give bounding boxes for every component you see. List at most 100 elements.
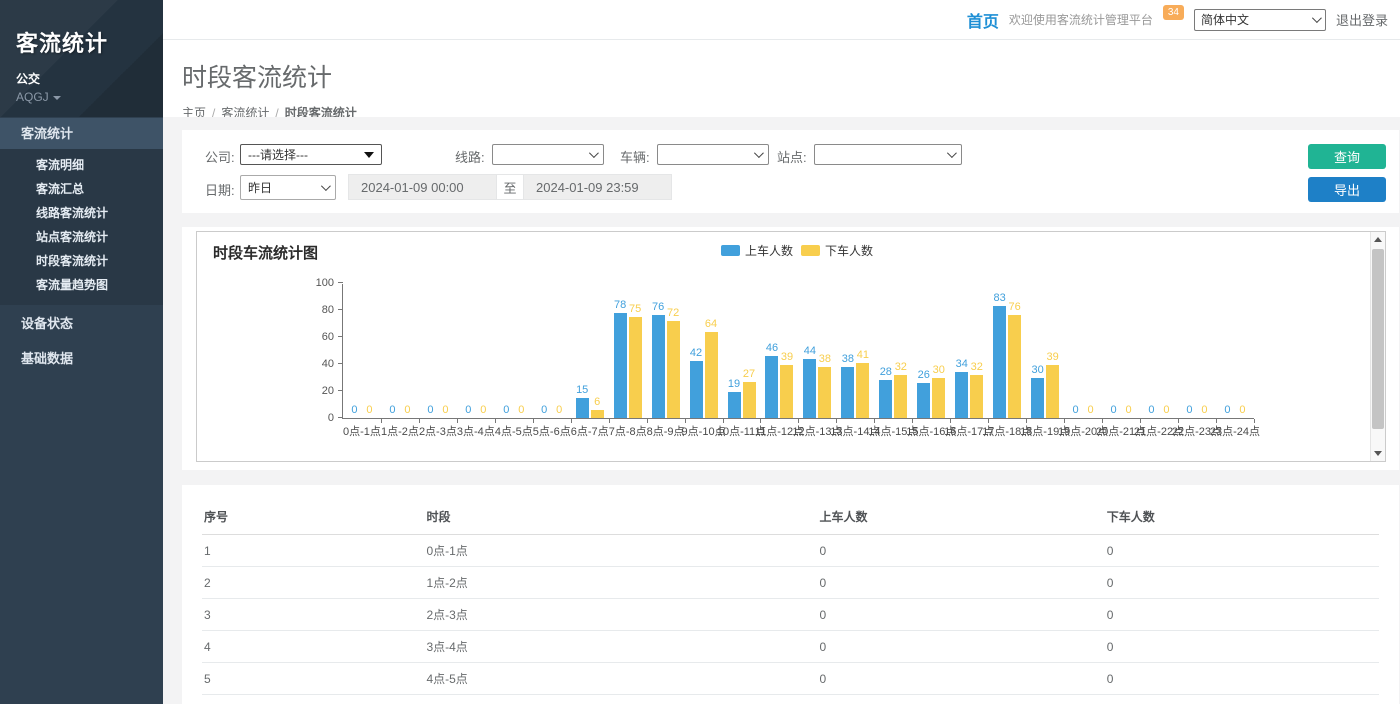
sidebar-subitem-2[interactable]: 线路客流统计 (0, 201, 163, 225)
home-link[interactable]: 首页 (967, 8, 999, 32)
date-preset-select[interactable]: 昨日 (240, 175, 336, 200)
date-label: 日期: (205, 180, 235, 199)
data-table: 序号时段上车人数下车人数 10点-1点0021点-2点0032点-3点0043点… (202, 499, 1379, 704)
bar-下车人数[interactable] (591, 410, 604, 418)
bar-上车人数[interactable] (917, 383, 930, 418)
bar-value-label: 72 (667, 307, 679, 320)
chart-category-16: 343216点-17点 (950, 284, 988, 418)
station-select[interactable] (814, 144, 962, 165)
bar-value-label: 0 (427, 404, 433, 417)
bar-下车人数[interactable] (743, 382, 756, 418)
notification-badge: 34 (1163, 5, 1184, 20)
bar-group: 30 (1031, 284, 1044, 418)
bar-下车人数[interactable] (1008, 315, 1021, 418)
bar-value-label: 32 (895, 361, 907, 374)
scroll-down-arrow-icon[interactable] (1371, 446, 1385, 461)
bar-上车人数[interactable] (1031, 378, 1044, 419)
bar-value-label: 38 (819, 353, 831, 366)
chart-category-8: 76728点-9点 (647, 284, 685, 418)
chart-legend: 上车人数下车人数 (721, 242, 873, 259)
bar-下车人数[interactable] (818, 367, 831, 418)
table-cell: 0 (818, 567, 1105, 599)
bar-下车人数[interactable] (629, 317, 642, 418)
table-row: 32点-3点00 (202, 599, 1379, 631)
bar-chart-plot: 020406080100000点-1点001点-2点002点-3点003点-4点… (342, 284, 1254, 419)
bar-上车人数[interactable] (765, 356, 778, 418)
bar-group: 0 (500, 284, 513, 418)
sidebar-subitem-3[interactable]: 站点客流统计 (0, 225, 163, 249)
bar-group: 46 (765, 284, 778, 418)
table-column-header: 时段 (424, 499, 817, 535)
bar-下车人数[interactable] (667, 321, 680, 418)
sidebar-subitem-5[interactable]: 客流量趋势图 (0, 273, 163, 297)
bar-下车人数[interactable] (970, 375, 983, 418)
content-area: 公司: ---请选择--- 线路: 车辆: 站点: 日期: 昨日 2024-01… (163, 117, 1400, 704)
sidebar-item-0[interactable]: 客流统计 (0, 118, 163, 149)
bar-group: 0 (1221, 284, 1234, 418)
vehicle-select[interactable] (657, 144, 769, 165)
scroll-up-arrow-icon[interactable] (1371, 232, 1385, 247)
export-button[interactable]: 导出 (1308, 177, 1386, 202)
line-select[interactable] (492, 144, 604, 165)
bar-group: 0 (477, 284, 490, 418)
chart-category-5: 005点-6点 (533, 284, 571, 418)
bar-上车人数[interactable] (728, 392, 741, 418)
sidebar-item-1[interactable]: 设备状态 (0, 307, 163, 340)
company-select[interactable]: ---请选择--- (240, 144, 382, 165)
search-button[interactable]: 查询 (1308, 144, 1386, 169)
table-column-header: 序号 (202, 499, 424, 535)
y-axis-tick-label: 60 (322, 331, 334, 343)
station-label: 站点: (777, 147, 807, 166)
bar-上车人数[interactable] (879, 380, 892, 418)
legend-item-0[interactable]: 上车人数 (721, 242, 793, 259)
legend-swatch-icon (721, 245, 740, 256)
chart-category-18: 303918点-19点 (1026, 284, 1064, 418)
bar-value-label: 26 (918, 369, 930, 382)
bar-上车人数[interactable] (841, 367, 854, 418)
logout-link[interactable]: 退出登录 (1336, 10, 1388, 29)
sidebar-subitem-4[interactable]: 时段客流统计 (0, 249, 163, 273)
bar-value-label: 39 (781, 351, 793, 364)
date-to-input[interactable]: 2024-01-09 23:59 (524, 175, 671, 199)
caret-down-icon (53, 96, 61, 100)
bar-上车人数[interactable] (690, 361, 703, 418)
bar-上车人数[interactable] (803, 359, 816, 418)
bar-value-label: 0 (442, 404, 448, 417)
bar-上车人数[interactable] (576, 398, 589, 418)
app-brand: 客流统计 (16, 26, 147, 58)
bar-value-label: 0 (366, 404, 372, 417)
bar-上车人数[interactable] (955, 372, 968, 418)
chart-vertical-scrollbar[interactable] (1370, 232, 1385, 461)
bar-value-label: 75 (629, 303, 641, 316)
language-select[interactable]: 简体中文 (1194, 9, 1326, 31)
bar-下车人数[interactable] (894, 375, 907, 418)
bar-上车人数[interactable] (614, 313, 627, 418)
bar-group: 64 (705, 284, 718, 418)
sidebar-subitem-1[interactable]: 客流汇总 (0, 177, 163, 201)
sidebar-item-2[interactable]: 基础数据 (0, 342, 163, 375)
bar-value-label: 0 (389, 404, 395, 417)
bar-下车人数[interactable] (1046, 365, 1059, 418)
bar-上车人数[interactable] (993, 306, 1006, 418)
bar-group: 0 (462, 284, 475, 418)
table-cell: 0 (1105, 567, 1379, 599)
bar-下车人数[interactable] (780, 365, 793, 418)
bar-下车人数[interactable] (932, 378, 945, 419)
bar-value-label: 0 (404, 404, 410, 417)
bar-value-label: 64 (705, 318, 717, 331)
bar-上车人数[interactable] (652, 315, 665, 418)
chart-category-22: 0022点-23点 (1178, 284, 1216, 418)
table-row: 21点-2点00 (202, 567, 1379, 599)
date-range-group: 2024-01-09 00:00 至 2024-01-09 23:59 (348, 174, 672, 200)
sidebar-subitem-0[interactable]: 客流明细 (0, 153, 163, 177)
table-row: 65点-6点00 (202, 695, 1379, 704)
user-dropdown[interactable]: AQGJ (16, 90, 147, 104)
scrollbar-thumb[interactable] (1372, 249, 1384, 429)
bar-下车人数[interactable] (705, 332, 718, 418)
bar-group: 0 (1236, 284, 1249, 418)
date-from-input[interactable]: 2024-01-09 00:00 (349, 175, 496, 199)
bar-下车人数[interactable] (856, 363, 869, 418)
bar-value-label: 39 (1047, 351, 1059, 364)
legend-item-1[interactable]: 下车人数 (801, 242, 873, 259)
bar-group: 27 (743, 284, 756, 418)
